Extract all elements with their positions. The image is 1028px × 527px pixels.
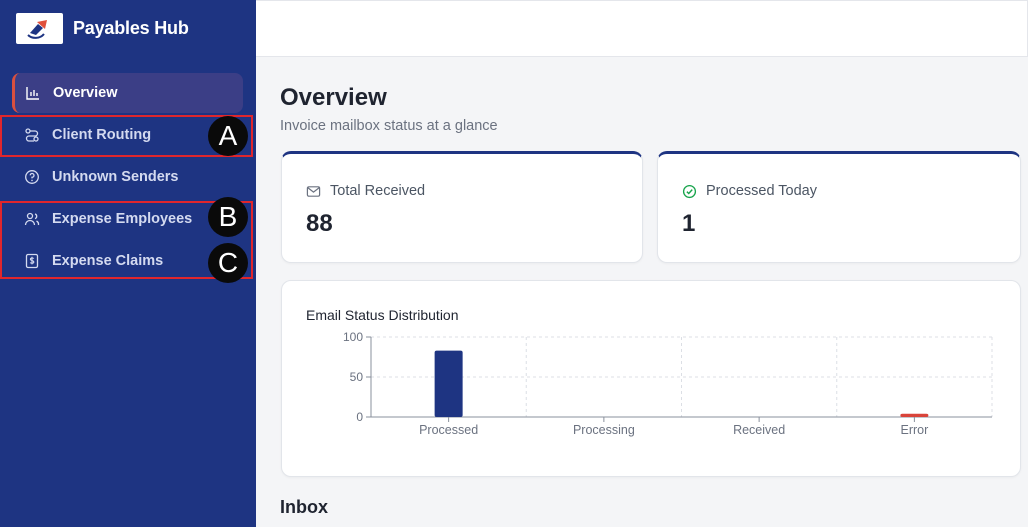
y-tick-label: 0 — [356, 410, 363, 424]
help-circle-icon — [24, 169, 40, 185]
top-bar — [256, 0, 1028, 57]
bar-error — [900, 413, 929, 417]
stat-value: 1 — [682, 210, 696, 237]
logo-icon — [27, 20, 47, 39]
y-tick-label: 50 — [350, 370, 364, 384]
stat-label: Total Received — [330, 183, 426, 199]
sidebar-item-overview[interactable]: Overview — [12, 73, 243, 113]
mail-icon — [306, 185, 321, 197]
annotation-badge-c: C — [208, 243, 248, 283]
brand-header: Payables Hub — [0, 0, 256, 57]
app-logo[interactable] — [16, 13, 63, 44]
stat-label-row: Processed Today — [682, 183, 817, 199]
sidebar-item-label: Overview — [53, 85, 118, 101]
x-tick-label: Error — [900, 423, 928, 437]
annotation-badge-a: A — [208, 116, 248, 156]
stat-card-processed-today: Processed Today 1 — [657, 151, 1021, 263]
annotation-badge-b: B — [208, 197, 248, 237]
page-title: Overview — [280, 84, 387, 111]
sidebar-item-unknown-senders[interactable]: Unknown Senders — [12, 157, 243, 197]
status-bar-chart: 0 50 100 Processed Processing Received Error — [343, 330, 993, 437]
x-tick-label: Received — [733, 423, 785, 437]
stat-label-row: Total Received — [306, 183, 425, 199]
bar-chart-icon — [25, 85, 41, 101]
check-circle-icon — [682, 184, 697, 198]
stat-value: 88 — [306, 210, 333, 237]
inbox-heading: Inbox — [280, 497, 328, 517]
x-tick-label: Processed — [419, 423, 478, 437]
stat-label: Processed Today — [706, 183, 817, 199]
x-tick-label: Processing — [573, 423, 635, 437]
sidebar-item-label: Unknown Senders — [52, 169, 179, 185]
y-tick-label: 100 — [343, 330, 363, 344]
chart-card: Email Status Distribution 0 50 100 Processe… — [281, 280, 1021, 477]
bar-processed — [434, 350, 463, 417]
app-title: Payables Hub — [73, 18, 189, 38]
stat-card-total-received: Total Received 88 — [281, 151, 643, 263]
page-subtitle: Invoice mailbox status at a glance — [280, 118, 498, 134]
